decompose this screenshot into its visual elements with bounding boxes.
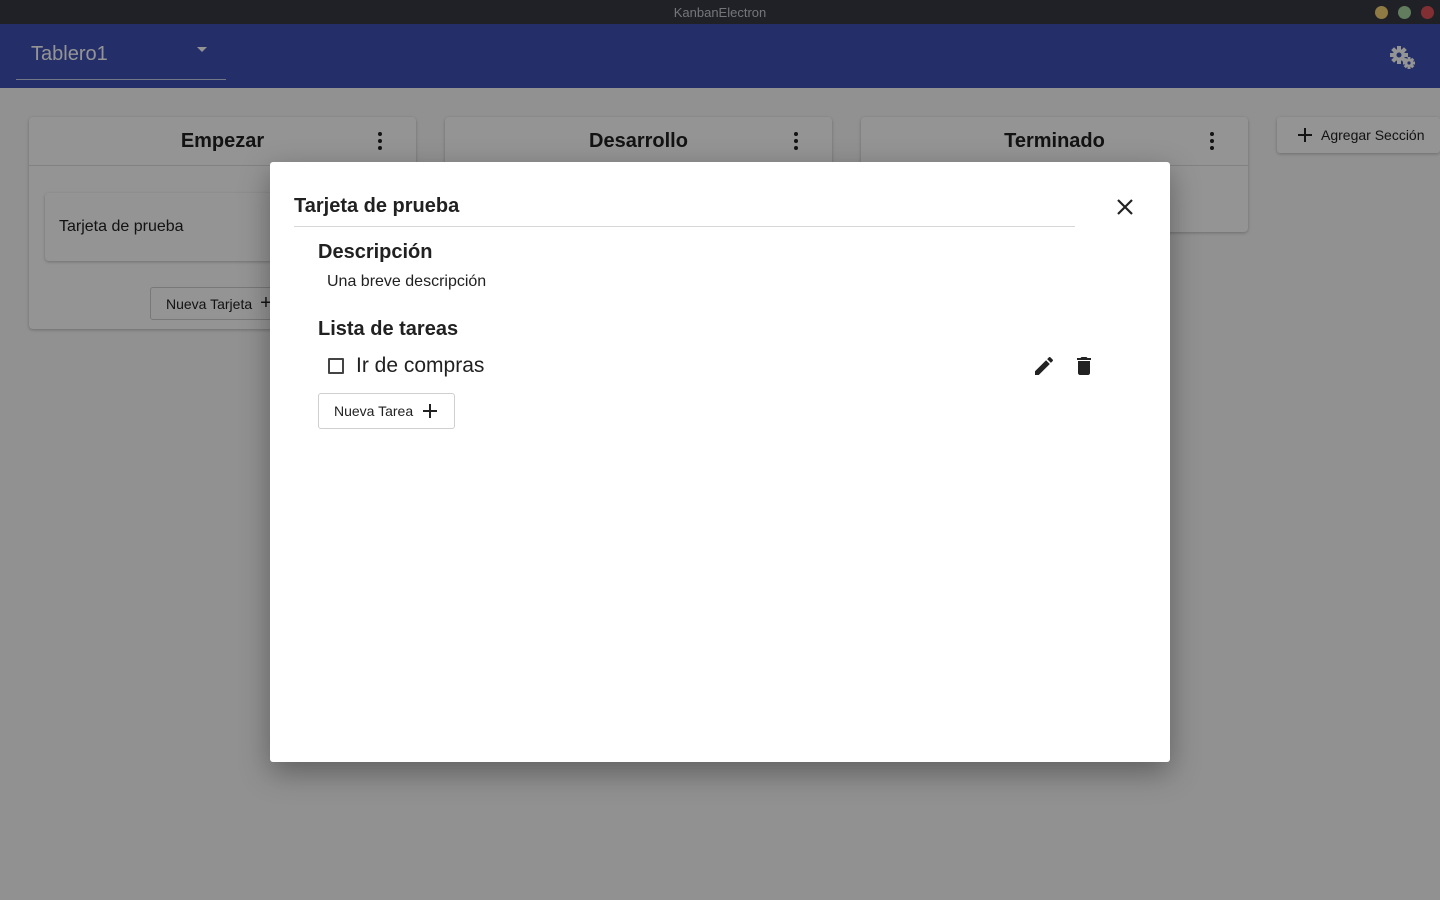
tasks-heading: Lista de tareas bbox=[318, 318, 459, 340]
description-text[interactable]: Una breve descripción bbox=[327, 273, 486, 291]
close-icon bbox=[1117, 199, 1133, 215]
delete-task-button[interactable] bbox=[1072, 354, 1096, 378]
description-heading: Descripción bbox=[318, 241, 433, 263]
dialog-title[interactable]: Tarjeta de prueba bbox=[294, 195, 459, 218]
new-task-button[interactable]: Nueva Tarea bbox=[318, 393, 455, 429]
task-row: Ir de compras bbox=[318, 350, 1108, 382]
delete-icon bbox=[1077, 357, 1091, 375]
close-dialog-button[interactable] bbox=[1113, 195, 1137, 219]
task-checkbox[interactable] bbox=[328, 358, 344, 374]
card-detail-dialog: Tarjeta de prueba Descripción Una breve … bbox=[270, 162, 1170, 762]
edit-task-button[interactable] bbox=[1032, 354, 1056, 378]
new-task-label: Nueva Tarea bbox=[334, 403, 414, 419]
task-label: Ir de compras bbox=[356, 354, 485, 377]
plus-icon bbox=[423, 404, 438, 418]
title-divider bbox=[294, 226, 1075, 227]
edit-icon bbox=[1035, 356, 1054, 375]
